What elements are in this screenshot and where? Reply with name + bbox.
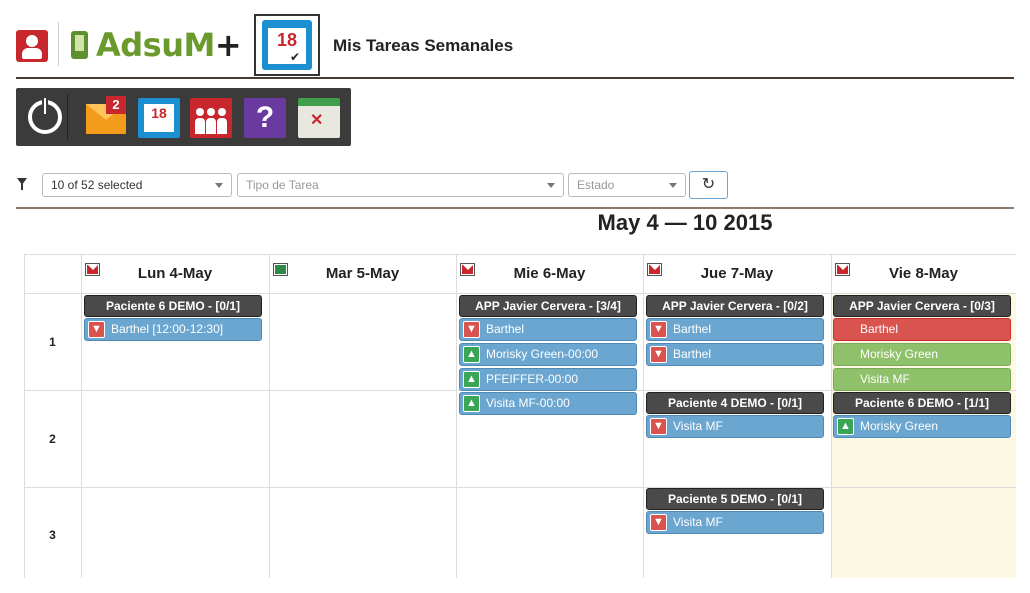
day-header-thu: Jue 7-May (700, 265, 774, 282)
row-number: 1 (49, 335, 56, 349)
unread-badge: 2 (106, 96, 126, 114)
task-item[interactable]: ▼ Barthel (646, 343, 824, 366)
patients-button[interactable] (188, 94, 234, 140)
chevron-down-icon (547, 183, 555, 188)
refresh-icon: ↻ (701, 176, 716, 193)
task-item[interactable]: ▼ Barthel (646, 318, 824, 341)
patient-group-header[interactable]: Paciente 5 DEMO - [0/1] (646, 488, 824, 510)
filter-icon (17, 178, 27, 190)
calendar-icon: 18 ✔ (262, 20, 312, 70)
status-select[interactable]: Estado (568, 173, 686, 197)
thumbs-down-icon: ▼ (88, 321, 105, 338)
day-header-wed: Mie 6-May (513, 265, 586, 282)
thumbs-down-icon: ▼ (650, 514, 667, 531)
phone-icon (71, 31, 88, 59)
patients-select[interactable]: 10 of 52 selected (42, 173, 232, 197)
row-number: 3 (49, 528, 56, 542)
patient-group-header[interactable]: Paciente 4 DEMO - [0/1] (646, 392, 824, 414)
patient-group-header[interactable]: APP Javier Cervera - [0/2] (646, 295, 824, 317)
header-calendar-box: 18 ✔ (254, 14, 320, 76)
power-button[interactable] (22, 94, 68, 140)
page-title: Mis Tareas Semanales (333, 36, 514, 55)
help-icon: ? (244, 98, 286, 138)
task-item[interactable]: ▼ Visita MF (646, 415, 824, 438)
day-header-fri: Vie 8-May (889, 265, 958, 282)
main-toolbar: 2 18 ? (16, 88, 351, 146)
chevron-down-icon (215, 183, 223, 188)
schedule-button[interactable] (296, 94, 342, 140)
thumbs-down-icon: ▼ (463, 321, 480, 338)
task-item[interactable]: ▲ Visita MF-00:00 (459, 392, 637, 415)
app-header: AdsuM+ 18 ✔ Mis Tareas Semanales (0, 0, 1030, 78)
header-separator (16, 77, 1014, 79)
calendar-title: May 4 — 10 2015 (597, 210, 773, 235)
week-calendar-grid: Lun 4-May Mar 5-May Mie 6-May Jue 7-May … (24, 254, 1016, 578)
header-divider (58, 22, 59, 66)
brand-logo: AdsuM+ (96, 26, 242, 64)
patient-group-header[interactable]: Paciente 6 DEMO - [0/1] (84, 295, 262, 317)
calendar-separator (16, 207, 1014, 209)
task-item[interactable]: ▲ PFEIFFER-00:00 (459, 368, 637, 391)
task-type-select[interactable]: Tipo de Tarea (237, 173, 564, 197)
thumbs-up-icon: ▲ (463, 395, 480, 412)
task-item[interactable]: Visita MF (833, 368, 1011, 391)
thumbs-up-icon: ▲ (837, 418, 854, 435)
task-item[interactable]: ▲ Morisky Green (833, 415, 1011, 438)
help-button[interactable]: ? (242, 94, 288, 140)
thumbs-down-icon: ▼ (650, 321, 667, 338)
day-header-mon: Lun 4-May (137, 265, 213, 282)
chevron-down-icon (669, 183, 677, 188)
thumbs-down-icon: ▼ (650, 418, 667, 435)
weekly-tasks-button[interactable]: 18 (136, 94, 182, 140)
people-icon (190, 98, 232, 138)
task-item[interactable]: ▼ Barthel (459, 318, 637, 341)
messages-button[interactable]: 2 (84, 94, 130, 140)
patient-group-header[interactable]: Paciente 6 DEMO - [1/1] (833, 392, 1011, 414)
thumbs-up-icon: ▲ (463, 346, 480, 363)
task-item[interactable]: ▼ Visita MF (646, 511, 824, 534)
task-item[interactable]: ▲ Morisky Green-00:00 (459, 343, 637, 366)
schedule-icon (298, 98, 340, 138)
task-item[interactable]: ▼ Barthel [12:00-12:30] (84, 318, 262, 341)
day-header-tue: Mar 5-May (325, 265, 400, 282)
row-number: 2 (49, 432, 56, 446)
patient-group-header[interactable]: APP Javier Cervera - [0/3] (833, 295, 1011, 317)
user-logo-icon[interactable] (16, 30, 48, 62)
calendar-icon: 18 (138, 98, 180, 138)
task-item[interactable]: Barthel (833, 318, 1011, 341)
thumbs-up-icon: ▲ (463, 371, 480, 388)
task-item[interactable]: Morisky Green (833, 343, 1011, 366)
patient-group-header[interactable]: APP Javier Cervera - [3/4] (459, 295, 637, 317)
thumbs-down-icon: ▼ (650, 346, 667, 363)
refresh-button[interactable]: ↻ (689, 171, 728, 199)
